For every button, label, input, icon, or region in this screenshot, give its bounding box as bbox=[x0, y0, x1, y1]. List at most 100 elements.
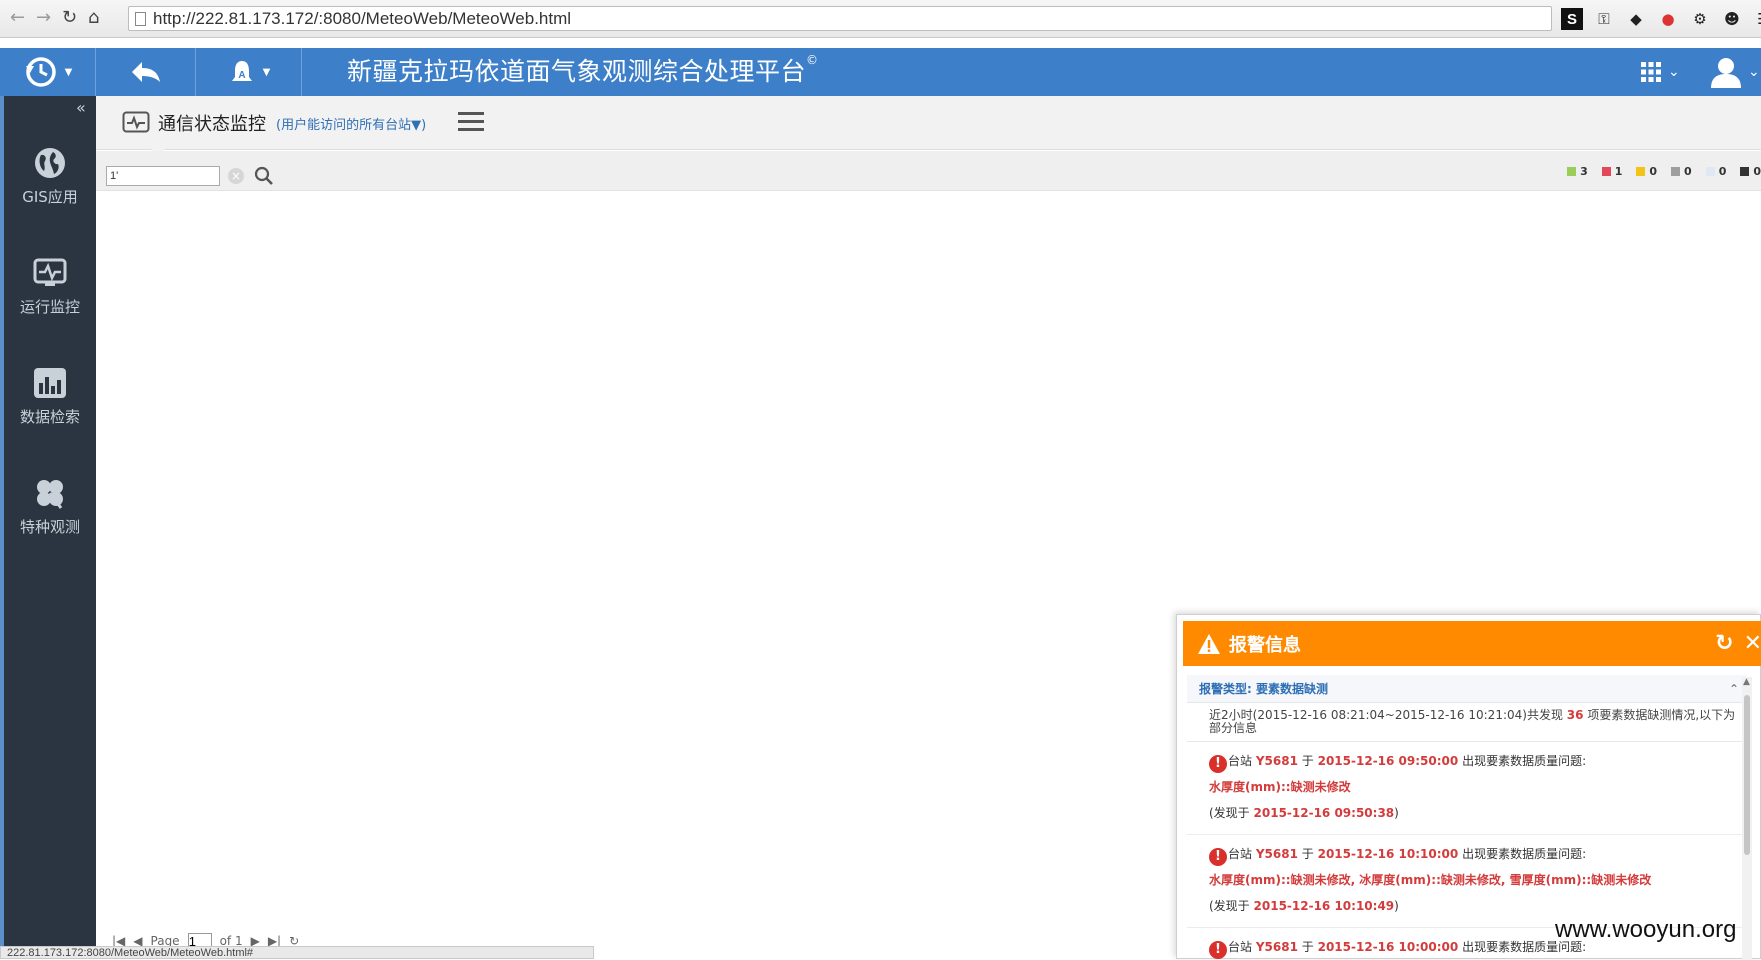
sidebar-item-label: 数据检索 bbox=[19, 408, 80, 426]
entry-found-label: (发现于 bbox=[1209, 899, 1250, 913]
scroll-up-icon[interactable]: ▲ bbox=[1743, 677, 1750, 687]
sidebar-item-label: 运行监控 bbox=[19, 298, 80, 316]
clear-search-icon[interactable]: × bbox=[228, 168, 244, 184]
entry-station: Y5681 bbox=[1255, 754, 1298, 768]
app-title-text: 新疆克拉玛依道面气象观测综合处理平台 bbox=[347, 57, 807, 86]
alarm-type-header[interactable]: 报警类型: 要素数据缺测 ⌃ bbox=[1187, 675, 1747, 703]
summary-count: 36 bbox=[1566, 708, 1584, 722]
monitor-status-icon bbox=[122, 111, 150, 133]
legend-item-disabled[interactable]: 0 bbox=[1740, 165, 1761, 178]
title-mark: © bbox=[806, 53, 819, 67]
panel-title-text: 通信状态监控 bbox=[158, 114, 266, 135]
sidebar-item-search[interactable]: 数据检索 bbox=[4, 366, 96, 427]
extension-mask-icon[interactable]: ☻ bbox=[1721, 8, 1743, 30]
home-icon[interactable]: ⌂ bbox=[88, 8, 99, 28]
legend-count: 0 bbox=[1718, 165, 1727, 178]
entry-prefix: 台站 bbox=[1228, 940, 1253, 954]
app-header: ▼ A ▼ 新疆克拉玛依道面气象观测综合处理平台© ⌄ ⌄ bbox=[0, 48, 1761, 96]
collapse-chevron-up-icon[interactable]: ⌃ bbox=[1729, 675, 1739, 703]
legend-swatch bbox=[1740, 167, 1750, 176]
error-icon: ! bbox=[1209, 941, 1227, 959]
monitor-icon bbox=[33, 256, 67, 290]
legend-item-ok[interactable]: 3 bbox=[1567, 165, 1588, 178]
legend-count: 3 bbox=[1580, 165, 1588, 178]
url-text: http://222.81.173.172/:8080/MeteoWeb/Met… bbox=[153, 9, 572, 28]
alarm-entry: ! 台站 Y5681 于 2015-12-16 09:50:00 出现要素数据质量… bbox=[1187, 742, 1747, 835]
sidebar-item-special[interactable]: 特种观测 bbox=[4, 476, 96, 537]
browser-toolbar: ← → ↻ ⌂ http://222.81.173.172/:8080/Mete… bbox=[0, 0, 1761, 38]
extension-diamond-icon[interactable]: ◆ bbox=[1625, 8, 1647, 30]
error-icon: ! bbox=[1209, 755, 1227, 773]
clover-icon bbox=[33, 476, 67, 510]
scroll-thumb[interactable] bbox=[1744, 695, 1750, 855]
entry-at: 于 bbox=[1301, 847, 1314, 861]
entry-detail: 水厚度(mm)::缺测未修改, 冰厚度(mm)::缺测未修改, 雪厚度(mm):… bbox=[1209, 873, 1652, 887]
filter-toolbar: × 3 1 0 0 0 0 bbox=[96, 151, 1761, 191]
extension-cookie-icon[interactable]: ● bbox=[1657, 8, 1679, 30]
alarm-summary: 近2小时(2015-12-16 08:21:04~2015-12-16 10:2… bbox=[1187, 703, 1747, 742]
search-icon[interactable] bbox=[254, 166, 274, 186]
forward-arrow-icon[interactable]: → bbox=[36, 8, 51, 28]
entry-detail: 水厚度(mm)::缺测未修改 bbox=[1209, 780, 1351, 794]
address-bar[interactable]: http://222.81.173.172/:8080/MeteoWeb/Met… bbox=[128, 6, 1552, 31]
alarm-popup: 报警信息 ↻ ✕ 报警类型: 要素数据缺测 ⌃ 近2小时(2015-12-16 … bbox=[1176, 614, 1761, 960]
history-button[interactable]: ▼ bbox=[0, 48, 96, 96]
back-button[interactable] bbox=[96, 48, 196, 96]
extension-icons: S ⚿ ◆ ● ⚙ ☻ ☰ bbox=[1561, 8, 1761, 30]
refresh-icon[interactable]: ↻ bbox=[1715, 631, 1733, 656]
reply-arrow-icon bbox=[131, 62, 160, 82]
collapse-sidebar-icon[interactable]: « bbox=[76, 98, 86, 117]
alarm-scrollbar[interactable]: ▲ bbox=[1742, 677, 1752, 960]
sidebar-item-gis[interactable]: GIS应用 bbox=[4, 146, 96, 207]
legend-swatch bbox=[1567, 167, 1577, 176]
entry-time: 2015-12-16 10:10:00 bbox=[1317, 847, 1459, 861]
entry-issue: 出现要素数据质量问题: bbox=[1462, 847, 1587, 861]
summary-text: 近2小时(2015-12-16 08:21:04~2015-12-16 10:2… bbox=[1209, 708, 1563, 722]
entry-found-label: (发现于 bbox=[1209, 806, 1250, 820]
apps-menu-button[interactable]: ⌄ bbox=[1640, 48, 1680, 96]
back-arrow-icon[interactable]: ← bbox=[10, 8, 25, 28]
browser-menu-icon[interactable]: ☰ bbox=[1753, 8, 1761, 30]
user-menu-button[interactable]: ⌄ bbox=[1708, 48, 1760, 96]
panel-header: 通信状态监控 (用户能访问的所有台站▼) bbox=[96, 96, 1761, 150]
alarm-entry: ! 台站 Y5681 于 2015-12-16 10:10:00 出现要素数据质量… bbox=[1187, 835, 1747, 928]
hamburger-menu-icon[interactable] bbox=[458, 112, 484, 136]
entry-found-time: 2015-12-16 09:50:38 bbox=[1253, 806, 1395, 820]
close-icon[interactable]: ✕ bbox=[1744, 631, 1761, 656]
entry-found-close: ) bbox=[1394, 899, 1399, 913]
station-filter-dropdown[interactable]: (用户能访问的所有台站▼) bbox=[276, 114, 426, 133]
alarm-button[interactable]: A ▼ bbox=[196, 48, 302, 96]
sidebar-item-monitor[interactable]: 运行监控 bbox=[4, 256, 96, 317]
error-icon: ! bbox=[1209, 848, 1227, 866]
browser-status-bar: 222.81.173.172:8080/MeteoWeb/MeteoWeb.ht… bbox=[0, 946, 594, 959]
history-caret-icon[interactable]: ▼ bbox=[65, 67, 73, 78]
user-chevron-down-icon: ⌄ bbox=[1748, 64, 1760, 80]
entry-time: 2015-12-16 10:00:00 bbox=[1317, 940, 1459, 954]
legend-item-unknown[interactable]: 0 bbox=[1705, 165, 1727, 178]
legend-count: 0 bbox=[1753, 165, 1761, 178]
warning-triangle-icon bbox=[1198, 633, 1220, 654]
entry-station: Y5681 bbox=[1255, 847, 1298, 861]
alarm-type-label: 报警类型: 要素数据缺测 bbox=[1199, 682, 1328, 696]
entry-prefix: 台站 bbox=[1228, 847, 1253, 861]
extension-s-icon[interactable]: S bbox=[1561, 8, 1583, 30]
search-input[interactable] bbox=[106, 166, 220, 186]
entry-prefix: 台站 bbox=[1228, 754, 1253, 768]
alarm-caret-icon[interactable]: ▼ bbox=[263, 67, 271, 78]
chart-icon bbox=[33, 366, 67, 400]
entry-found-time: 2015-12-16 10:10:49 bbox=[1253, 899, 1395, 913]
legend-item-offline[interactable]: 0 bbox=[1671, 165, 1692, 178]
extension-lock-icon[interactable]: ⚿ bbox=[1593, 8, 1615, 30]
extension-tool-icon[interactable]: ⚙ bbox=[1689, 8, 1711, 30]
legend-swatch bbox=[1671, 167, 1681, 176]
legend-swatch bbox=[1636, 167, 1646, 176]
reload-icon[interactable]: ↻ bbox=[62, 8, 77, 28]
globe-icon bbox=[33, 146, 67, 180]
alarm-bell-icon: A bbox=[231, 61, 252, 81]
legend-item-warning[interactable]: 0 bbox=[1636, 165, 1657, 178]
page-icon bbox=[135, 12, 146, 26]
legend-item-error[interactable]: 1 bbox=[1601, 165, 1622, 178]
panel-title: 通信状态监控 (用户能访问的所有台站▼) bbox=[122, 110, 426, 136]
entry-issue: 出现要素数据质量问题: bbox=[1462, 754, 1587, 768]
alarm-title: 报警信息 bbox=[1229, 634, 1301, 656]
